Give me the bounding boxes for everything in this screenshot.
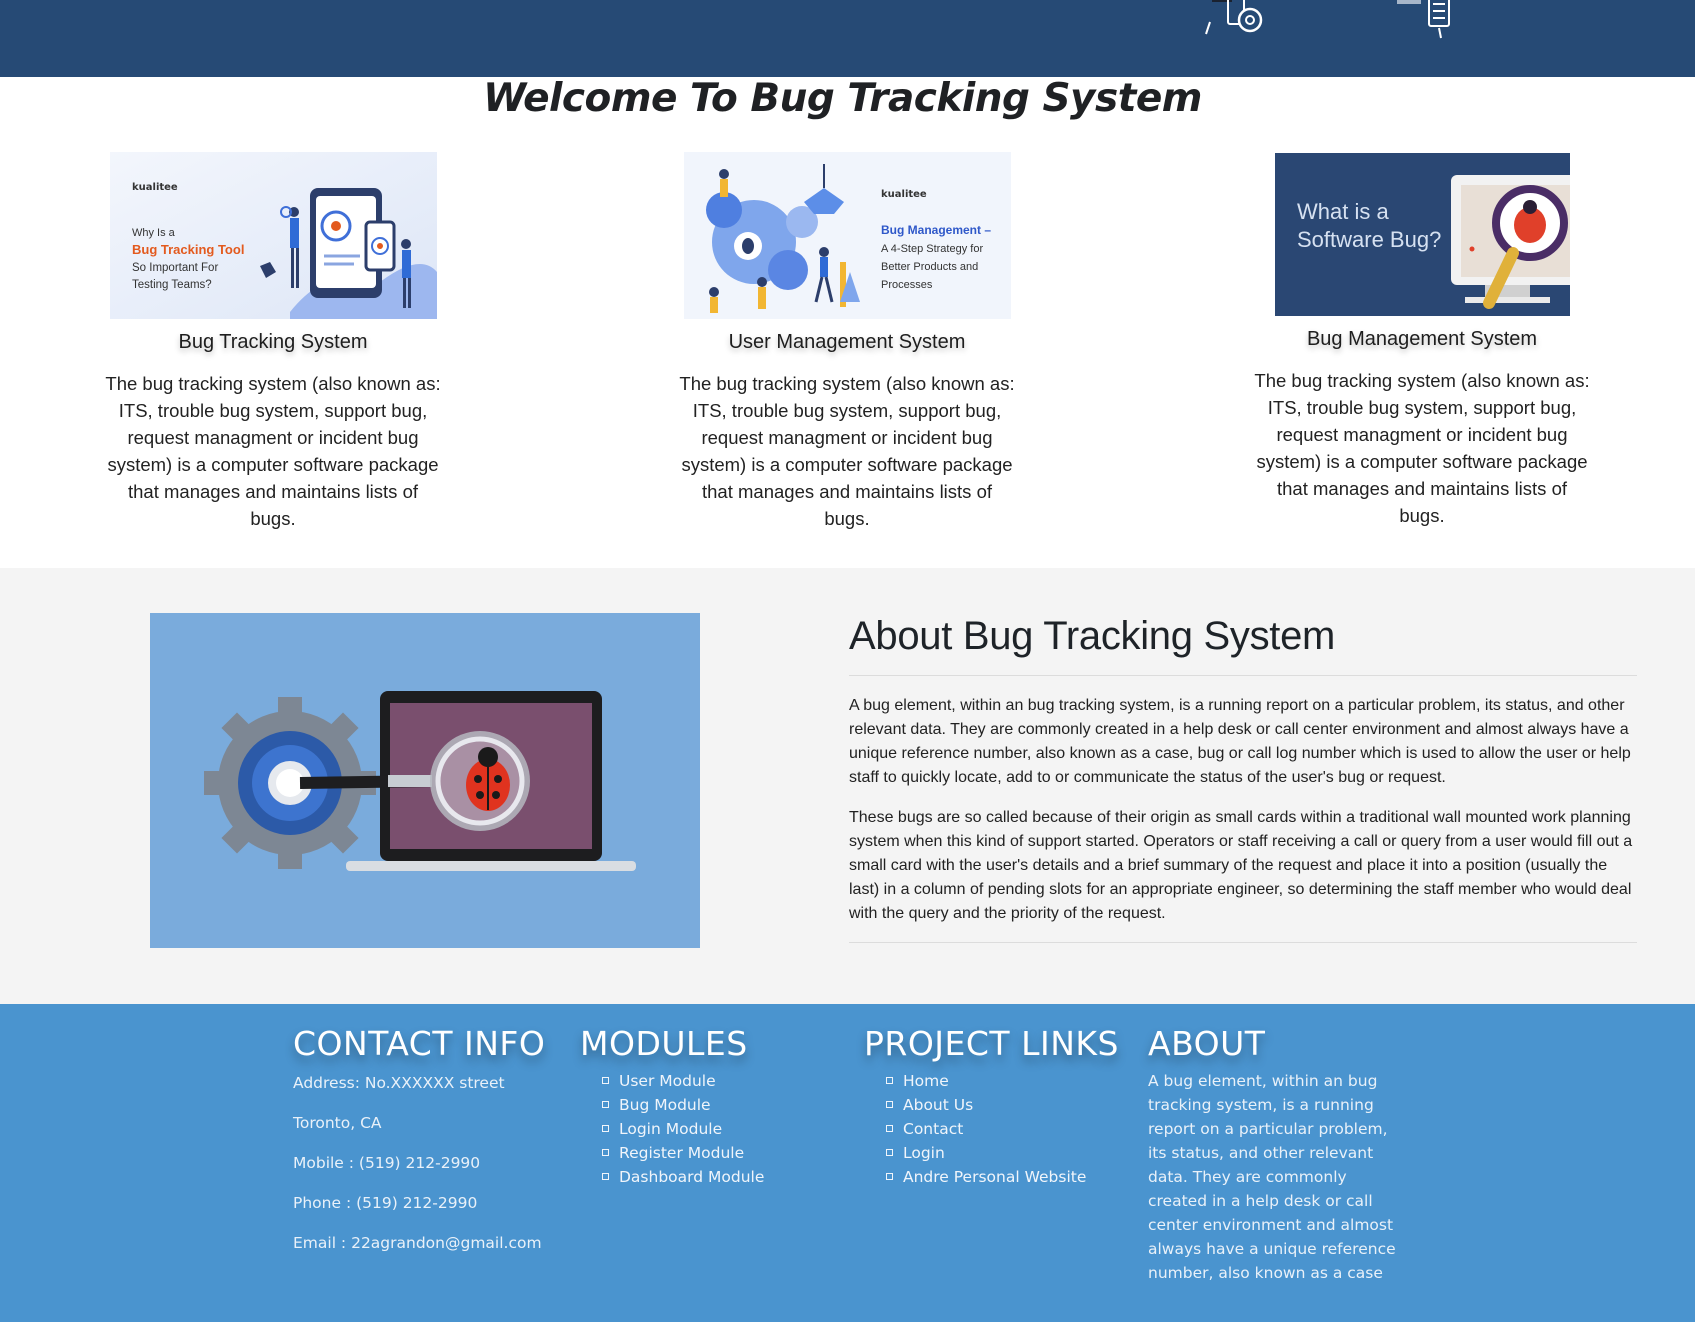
about-section: About Bug Tracking System A bug element,… (0, 568, 1695, 1004)
page-title: Welcome To Bug Tracking System (483, 76, 1202, 121)
svg-text:So Important For: So Important For (132, 262, 218, 274)
square-bullet-icon (886, 1173, 893, 1180)
module-link-user[interactable]: User Module (602, 1069, 764, 1093)
svg-text:Why Is a: Why Is a (132, 227, 176, 239)
footer-about-heading: ABOUT (1148, 1024, 1266, 1063)
footer: CONTACT INFO Address: No.XXXXXX street T… (0, 1004, 1695, 1322)
card-title: Bug Management System (1306, 328, 1538, 350)
checklist-clipboard-icon (1397, 0, 1450, 39)
feature-card-bug-tracking: kualitee Why Is a Bug Tracking Tool So I… (93, 152, 453, 532)
svg-text:Software Bug?: Software Bug? (1297, 227, 1441, 252)
feature-card-bug-management: What is a Software Bug? Bug Management S… (1242, 153, 1602, 529)
about-title: About Bug Tracking System (849, 614, 1637, 676)
square-bullet-icon (602, 1101, 609, 1108)
link-personal-website[interactable]: Andre Personal Website (886, 1165, 1119, 1189)
about-illustration (150, 613, 700, 948)
square-bullet-icon (886, 1125, 893, 1132)
feature-card-user-management: kualitee Bug Management – A 4-Step Strat… (667, 152, 1027, 532)
bug-tracking-tool-image: kualitee Why Is a Bug Tracking Tool So I… (109, 152, 437, 319)
card-title: User Management System (728, 331, 966, 353)
square-bullet-icon (886, 1149, 893, 1156)
about-paragraph-1: A bug element, within an bug tracking sy… (849, 697, 1631, 786)
svg-text:Bug Management –: Bug Management – (881, 223, 991, 237)
modules-list: User Module Bug Module Login Module Regi… (580, 1069, 764, 1189)
project-links-list: Home About Us Contact Login Andre Person… (864, 1069, 1119, 1189)
stopwatch-document-icon (1205, 0, 1263, 35)
divider (849, 942, 1637, 943)
footer-modules-column: MODULES User Module Bug Module Login Mod… (580, 1024, 764, 1189)
svg-text:What is a: What is a (1297, 199, 1389, 224)
modules-heading: MODULES (580, 1024, 748, 1063)
square-bullet-icon (886, 1101, 893, 1108)
link-contact[interactable]: Contact (886, 1117, 1119, 1141)
svg-text:Processes: Processes (881, 279, 933, 291)
card-description: The bug tracking system (also known as: … (1254, 370, 1590, 526)
project-links-heading: PROJECT LINKS (864, 1024, 1119, 1063)
link-about-us[interactable]: About Us (886, 1093, 1119, 1117)
module-link-register[interactable]: Register Module (602, 1141, 764, 1165)
module-link-login[interactable]: Login Module (602, 1117, 764, 1141)
contact-address: Address: No.XXXXXX street (293, 1074, 505, 1092)
footer-about-text: A bug element, within an bug tracking sy… (1148, 1072, 1396, 1282)
about-paragraph-2: These bugs are so called because of thei… (849, 809, 1633, 922)
about-content: About Bug Tracking System A bug element,… (849, 614, 1637, 943)
module-link-bug[interactable]: Bug Module (602, 1093, 764, 1117)
card-title: Bug Tracking System (178, 331, 368, 353)
svg-text:Better Products and: Better Products and (881, 261, 978, 273)
card1-brand: kualitee (132, 182, 178, 193)
link-home[interactable]: Home (886, 1069, 1119, 1093)
footer-contact-column: CONTACT INFO Address: No.XXXXXX street T… (293, 1024, 545, 1263)
svg-text:Testing Teams?: Testing Teams? (132, 279, 212, 291)
contact-city: Toronto, CA (293, 1114, 382, 1132)
svg-text:A 4-Step Strategy for: A 4-Step Strategy for (881, 243, 983, 255)
header-banner (0, 0, 1695, 77)
module-link-dashboard[interactable]: Dashboard Module (602, 1165, 764, 1189)
footer-about-column: ABOUT A bug element, within an bug track… (1148, 1024, 1410, 1285)
card-description: The bug tracking system (also known as: … (105, 373, 441, 529)
contact-mobile: Mobile : (519) 212-2990 (293, 1154, 481, 1172)
software-bug-image: What is a Software Bug? (1274, 153, 1570, 316)
contact-heading: CONTACT INFO (293, 1024, 546, 1063)
square-bullet-icon (602, 1149, 609, 1156)
contact-phone: Phone : (519) 212-2990 (293, 1194, 478, 1212)
card-description: The bug tracking system (also known as: … (679, 373, 1015, 529)
footer-links-column: PROJECT LINKS Home About Us Contact Logi… (864, 1024, 1119, 1189)
bug-management-strategy-image: kualitee Bug Management – A 4-Step Strat… (683, 152, 1011, 319)
contact-email: Email : 22agrandon@gmail.com (293, 1234, 542, 1252)
square-bullet-icon (886, 1077, 893, 1084)
link-login[interactable]: Login (886, 1141, 1119, 1165)
square-bullet-icon (602, 1077, 609, 1084)
card2-brand: kualitee (881, 189, 927, 200)
square-bullet-icon (602, 1173, 609, 1180)
svg-text:Bug Tracking Tool: Bug Tracking Tool (132, 242, 244, 257)
square-bullet-icon (602, 1125, 609, 1132)
